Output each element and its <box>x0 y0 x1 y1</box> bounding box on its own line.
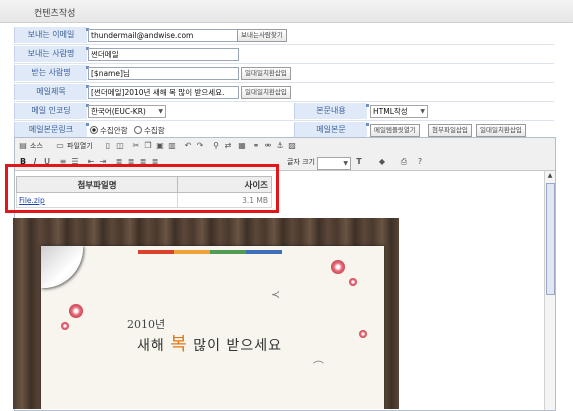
link-icon[interactable]: ⚭ <box>251 141 261 151</box>
editor-scrollbar[interactable]: ▲ <box>544 171 555 410</box>
crane-icon: ⌒ <box>313 360 324 373</box>
unlink-icon[interactable]: ⚮ <box>263 141 273 151</box>
sender-name-label: 보내는 사람명 <box>14 46 89 62</box>
replace-icon[interactable]: ⇄ <box>223 141 233 151</box>
sender-name-input[interactable]: 썬더메일 <box>88 48 239 61</box>
subject-replace-button[interactable]: 일대일치환삽입 <box>241 86 291 99</box>
radio-checked-icon <box>90 126 98 134</box>
redo-icon[interactable]: ↷ <box>195 141 205 151</box>
plum-blossom-icon <box>331 260 345 274</box>
scroll-up-icon[interactable]: ▲ <box>546 172 554 180</box>
source-button[interactable]: 소스 <box>30 141 43 152</box>
compose-form: 보내는 이메일 thundermail@andwise.com 보내는사람찾기 … <box>14 26 554 140</box>
subject-label: 메일제목 <box>14 84 89 100</box>
greeting-before: 새해 <box>137 338 165 354</box>
new-year-card-image: ≺ ⌒ <box>13 218 399 409</box>
find-icon[interactable]: ⚲ <box>211 141 221 151</box>
image-icon[interactable]: ▨ <box>287 141 297 151</box>
plum-blossom-icon <box>69 304 83 318</box>
greeting-bok: 복 <box>170 334 188 355</box>
link-track-off-label: 수집안함 <box>100 126 128 135</box>
chevron-down-icon: ▼ <box>343 160 348 167</box>
row-recipient-name: 받는 사람명 [$name]님 일대일치환삽입 <box>14 64 554 83</box>
plum-blossom-icon <box>61 322 69 330</box>
paste-icon[interactable]: ▣ <box>155 141 165 151</box>
body-content-label: 본문내용 <box>294 103 369 119</box>
section-title-text: 컨텐츠작성 <box>34 9 76 19</box>
template-open-button[interactable]: 메일템플릿열기 <box>370 124 420 137</box>
stripe-green <box>210 250 246 254</box>
recipient-replace-button[interactable]: 일대일치환삽입 <box>241 67 291 80</box>
row-sender-name: 보내는 사람명 썬더메일 <box>14 45 554 64</box>
row-subject: 메일제목 [썬더메일]2010년 새해 복 많이 받으세요. 일대일치환삽입 <box>14 83 554 102</box>
link-track-on-label: 수집함 <box>144 126 165 135</box>
help-icon[interactable]: ? <box>415 157 425 167</box>
encoding-value: 한국어(EUC-KR) <box>91 107 146 116</box>
new-page-icon[interactable]: ▯ <box>103 141 113 151</box>
paste-text-icon[interactable]: ▥ <box>167 141 177 151</box>
plum-blossom-icon <box>349 278 357 286</box>
chevron-down-icon: ▼ <box>420 108 425 115</box>
folder-icon[interactable]: ▭ <box>55 141 65 151</box>
font-size-label: 글자 크기 <box>287 158 315 166</box>
section-title: 컨텐츠작성 <box>0 0 573 23</box>
link-track-on-radio[interactable]: 수집함 <box>134 125 165 136</box>
preview-icon[interactable]: ◫ <box>115 141 125 151</box>
stripe-orange <box>174 250 210 254</box>
undo-icon[interactable]: ↶ <box>183 141 193 151</box>
find-sender-button[interactable]: 보내는사람찾기 <box>237 29 287 42</box>
sender-email-input[interactable]: thundermail@andwise.com <box>88 29 239 42</box>
print-icon[interactable]: ⎙ <box>399 157 409 167</box>
body-replace-button[interactable]: 일대일치환삽입 <box>476 124 526 137</box>
copy-icon[interactable]: ❐ <box>143 141 153 151</box>
select-all-icon[interactable]: ▦ <box>237 141 247 151</box>
link-track-off-radio[interactable]: 수집안함 <box>90 125 128 136</box>
crane-icon: ≺ <box>271 288 281 301</box>
mail-body-label: 메일본문 <box>294 122 369 138</box>
anchor-icon[interactable]: ⚓ <box>275 141 285 151</box>
plum-blossom-icon <box>359 330 367 338</box>
radio-unchecked-icon <box>134 126 142 134</box>
encoding-select[interactable]: 한국어(EUC-KR) ▼ <box>88 105 166 118</box>
greeting-after: 많이 받으세요 <box>193 338 282 354</box>
row-sender-email: 보내는 이메일 thundermail@andwise.com 보내는사람찾기 <box>14 26 554 45</box>
attachment-highlight-box <box>5 164 279 213</box>
background-color-icon[interactable]: ◆ <box>377 157 387 167</box>
body-link-label: 메일본문링크 <box>14 122 89 138</box>
attach-insert-button[interactable]: 첨부파일삽입 <box>428 124 472 137</box>
source-icon[interactable]: ▤ <box>18 141 28 151</box>
encoding-label: 메일 인코딩 <box>14 103 89 119</box>
row-encoding: 메일 인코딩 한국어(EUC-KR) ▼ 본문내용 HTML작성 ▼ <box>14 102 554 121</box>
subject-input[interactable]: [썬더메일]2010년 새해 복 많이 받으세요. <box>88 86 239 99</box>
chevron-down-icon: ▼ <box>158 108 163 115</box>
font-size-select[interactable]: ▼ <box>317 157 351 170</box>
cut-icon[interactable]: ✂ <box>131 141 141 151</box>
stripe-blue <box>246 250 282 254</box>
stripe-red <box>138 250 174 254</box>
card-greeting: 새해 복 많이 받으세요 <box>137 330 282 356</box>
recipient-name-input[interactable]: [$name]님 <box>88 67 239 80</box>
sender-email-label: 보내는 이메일 <box>14 27 89 43</box>
text-color-icon[interactable]: T <box>354 157 364 167</box>
open-file-button[interactable]: 파일열기 <box>67 141 93 152</box>
body-content-value: HTML작성 <box>373 107 408 116</box>
body-content-select[interactable]: HTML작성 ▼ <box>370 105 428 118</box>
recipient-name-label: 받는 사람명 <box>14 65 89 81</box>
scrollbar-thumb[interactable] <box>546 183 555 295</box>
